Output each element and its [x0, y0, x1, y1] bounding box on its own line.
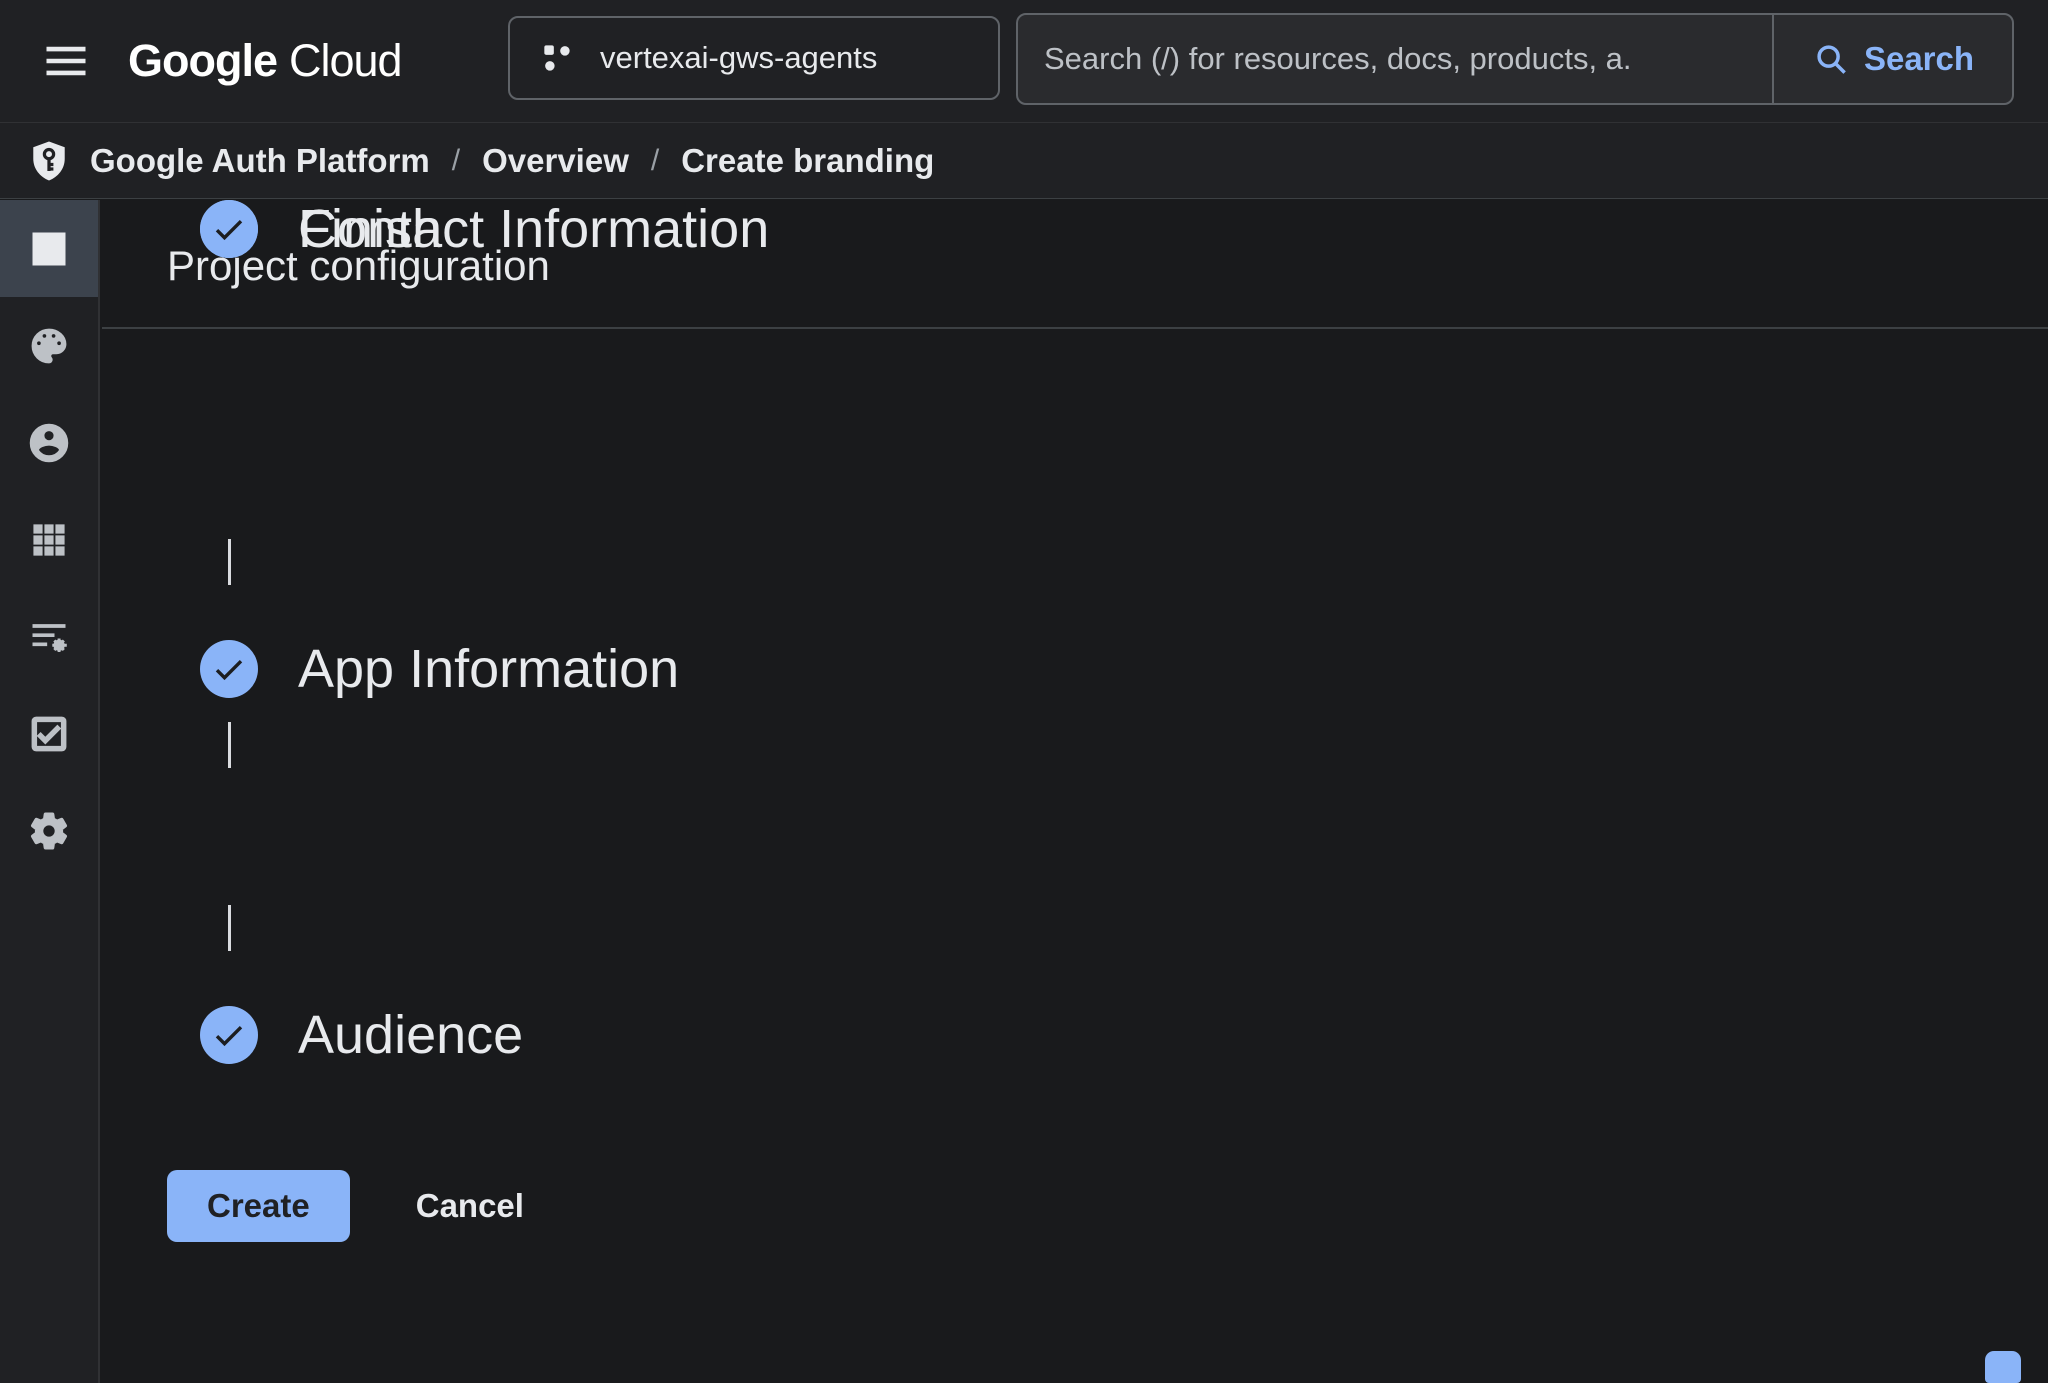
logo-cloud-text: Cloud [289, 35, 402, 87]
sidebar-item-data-access[interactable] [0, 588, 98, 685]
step-connector [228, 722, 231, 768]
person-icon [27, 421, 71, 465]
breadcrumb-separator: / [651, 144, 659, 178]
sidebar [0, 200, 100, 1383]
google-cloud-logo[interactable]: Google Cloud [128, 35, 402, 87]
project-name: vertexai-gws-agents [600, 40, 877, 76]
list-settings-icon [27, 615, 71, 659]
breadcrumb: Google Auth Platform / Overview / Create… [0, 122, 2048, 199]
bottom-right-fab[interactable] [1985, 1351, 2021, 1383]
auth-platform-shield-icon [26, 138, 72, 184]
menu-button[interactable] [34, 29, 98, 93]
breadcrumb-item-create-branding: Create branding [681, 142, 934, 180]
breadcrumb-item-google-auth-platform[interactable]: Google Auth Platform [90, 142, 430, 180]
top-bar: Google Cloud vertexai-gws-agents Search [0, 0, 2048, 122]
sidebar-item-branding[interactable] [0, 297, 98, 394]
step-connector [228, 539, 231, 585]
form-actions: Create Cancel [167, 1170, 534, 1242]
step-completed-check-icon [200, 640, 258, 698]
checkbox-icon [27, 712, 71, 756]
gear-icon [27, 809, 71, 853]
search-icon [1812, 40, 1850, 78]
create-button[interactable]: Create [167, 1170, 350, 1242]
step-app-information: App Information [200, 640, 679, 698]
hamburger-icon [40, 35, 92, 87]
step-audience: Audience [200, 1006, 523, 1064]
apps-grid-icon [27, 518, 71, 562]
project-icon [538, 39, 576, 77]
step-connector [228, 905, 231, 951]
cancel-button[interactable]: Cancel [406, 1170, 534, 1242]
dashboard-icon [27, 227, 71, 271]
sidebar-item-verification-center[interactable] [0, 685, 98, 782]
step-label: Finish [298, 198, 442, 260]
sidebar-item-audience[interactable] [0, 394, 98, 491]
sidebar-item-overview[interactable] [0, 200, 98, 297]
main-panel: Project configuration App Information Au… [102, 200, 2048, 1383]
sidebar-item-settings[interactable] [0, 782, 98, 879]
search-button-label: Search [1864, 40, 1974, 78]
search-input[interactable] [1018, 15, 1772, 103]
sidebar-item-clients[interactable] [0, 491, 98, 588]
palette-icon [27, 324, 71, 368]
step-label: Audience [298, 1004, 523, 1066]
breadcrumb-separator: / [452, 144, 460, 178]
breadcrumb-item-overview[interactable]: Overview [482, 142, 629, 180]
title-divider [102, 327, 2048, 329]
step-completed-check-icon [200, 200, 258, 258]
project-selector[interactable]: vertexai-gws-agents [508, 16, 1000, 100]
logo-google-text: Google [128, 35, 277, 87]
step-completed-check-icon [200, 1006, 258, 1064]
step-label: App Information [298, 638, 679, 700]
step-finish: Finish [200, 200, 442, 258]
search-button[interactable]: Search [1772, 15, 2012, 103]
search-bar: Search [1016, 13, 2014, 105]
